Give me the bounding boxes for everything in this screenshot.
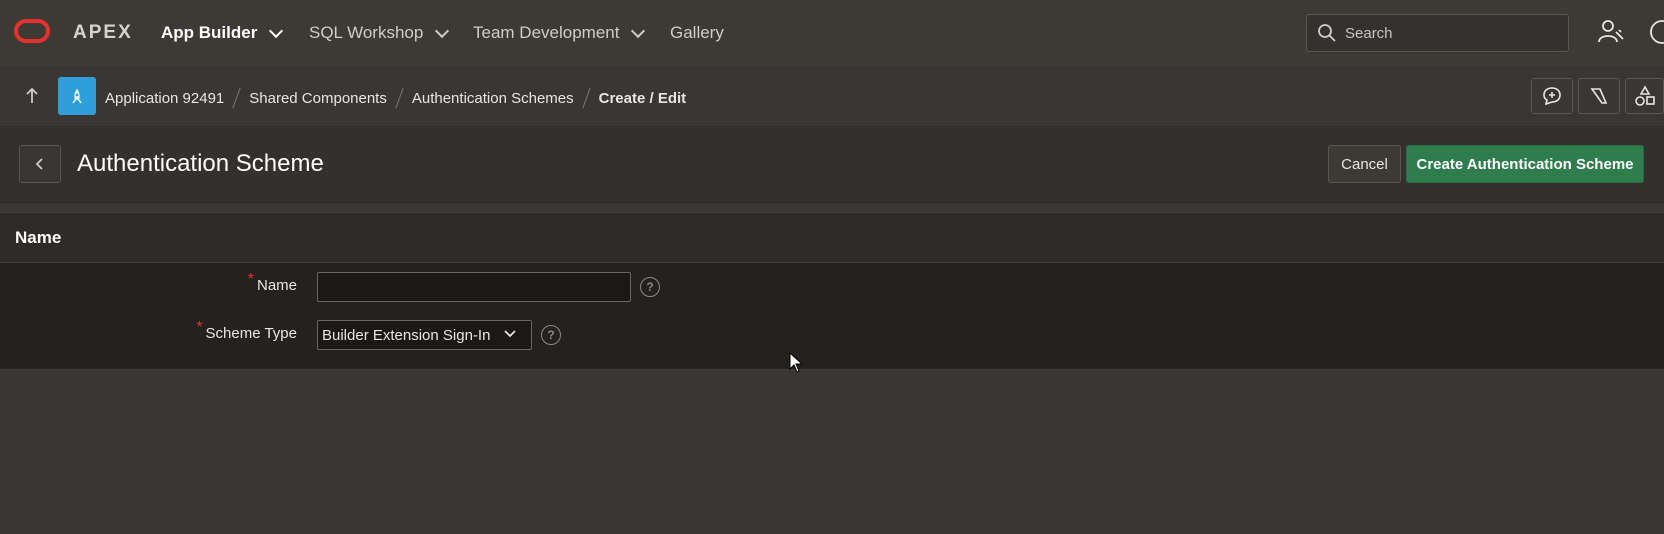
required-indicator: * — [196, 319, 203, 336]
name-label: * Name — [248, 271, 297, 295]
required-indicator: * — [247, 271, 254, 288]
nav-team-development-label: Team Development — [473, 23, 620, 42]
chevron-down-icon — [269, 23, 284, 38]
comment-add-icon — [1543, 87, 1561, 106]
page-header: Authentication Scheme Cancel Create Auth… — [0, 127, 1664, 203]
name-label-text: Name — [256, 277, 297, 294]
question-circle-icon[interactable]: ? — [640, 277, 660, 297]
name-region: Name * Name ? * Scheme Type Builder Extens… — [0, 212, 1664, 370]
feedback-button[interactable] — [1531, 78, 1573, 114]
breadcrumb-shared-components[interactable]: Shared Components — [249, 90, 387, 107]
nav-sql-workshop[interactable]: SQL Workshop — [309, 23, 450, 43]
scheme-type-selected-value: Builder Extension Sign-In — [322, 326, 491, 344]
nav-app-builder-label: App Builder — [161, 23, 258, 42]
scheme-type-label: * Scheme Type — [196, 319, 297, 343]
region-header: Name — [0, 213, 1664, 263]
breadcrumb-separator — [395, 87, 404, 109]
apex-logo-text[interactable]: APEX — [73, 22, 133, 44]
breadcrumb-separator — [581, 87, 591, 109]
user-settings-icon[interactable] — [1597, 18, 1625, 46]
rocket-icon — [72, 89, 82, 104]
chevron-down-icon — [435, 23, 450, 38]
wrench-icon — [1590, 88, 1608, 104]
create-authentication-scheme-button[interactable]: Create Authentication Scheme — [1406, 145, 1644, 183]
question-circle-icon[interactable]: ? — [541, 325, 561, 345]
chevron-down-icon — [631, 23, 646, 38]
help-circle-icon[interactable] — [1648, 18, 1664, 46]
chevron-down-icon — [504, 330, 516, 338]
breadcrumb: Application 92491 Shared Components Auth… — [105, 87, 686, 109]
region-title: Name — [15, 228, 62, 247]
search-icon — [1318, 24, 1336, 42]
arrow-up-icon[interactable] — [24, 87, 40, 105]
back-button[interactable] — [19, 145, 61, 183]
breadcrumb-authentication-schemes[interactable]: Authentication Schemes — [412, 90, 574, 107]
chevron-left-icon — [35, 158, 43, 170]
scheme-type-select[interactable]: Builder Extension Sign-In — [317, 320, 532, 350]
cancel-button[interactable]: Cancel — [1328, 145, 1401, 183]
nav-gallery-label: Gallery — [670, 23, 724, 42]
breadcrumb-application[interactable]: Application 92491 — [105, 90, 224, 107]
app-icon[interactable] — [58, 77, 96, 115]
page-title: Authentication Scheme — [77, 150, 324, 177]
scheme-type-label-text: Scheme Type — [205, 325, 297, 342]
oracle-logo-icon[interactable] — [14, 19, 50, 43]
nav-app-builder[interactable]: App Builder — [161, 23, 284, 43]
search-input[interactable] — [1343, 23, 1557, 43]
nav-sql-workshop-label: SQL Workshop — [309, 23, 424, 42]
breadcrumb-current: Create / Edit — [598, 89, 687, 107]
debug-button[interactable] — [1578, 78, 1620, 114]
nav-gallery[interactable]: Gallery — [670, 23, 724, 43]
search-box[interactable] — [1306, 14, 1569, 52]
shapes-button[interactable] — [1625, 78, 1664, 114]
nav-team-development[interactable]: Team Development — [473, 23, 646, 43]
breadcrumb-separator — [232, 87, 241, 109]
breadcrumb-bar: Application 92491 Shared Components Auth… — [0, 66, 1664, 127]
name-input[interactable] — [317, 272, 631, 302]
top-navigation-bar: APEX App Builder SQL Workshop Team Devel… — [0, 0, 1664, 67]
mouse-cursor-icon — [789, 352, 803, 373]
shapes-icon — [1634, 85, 1655, 106]
